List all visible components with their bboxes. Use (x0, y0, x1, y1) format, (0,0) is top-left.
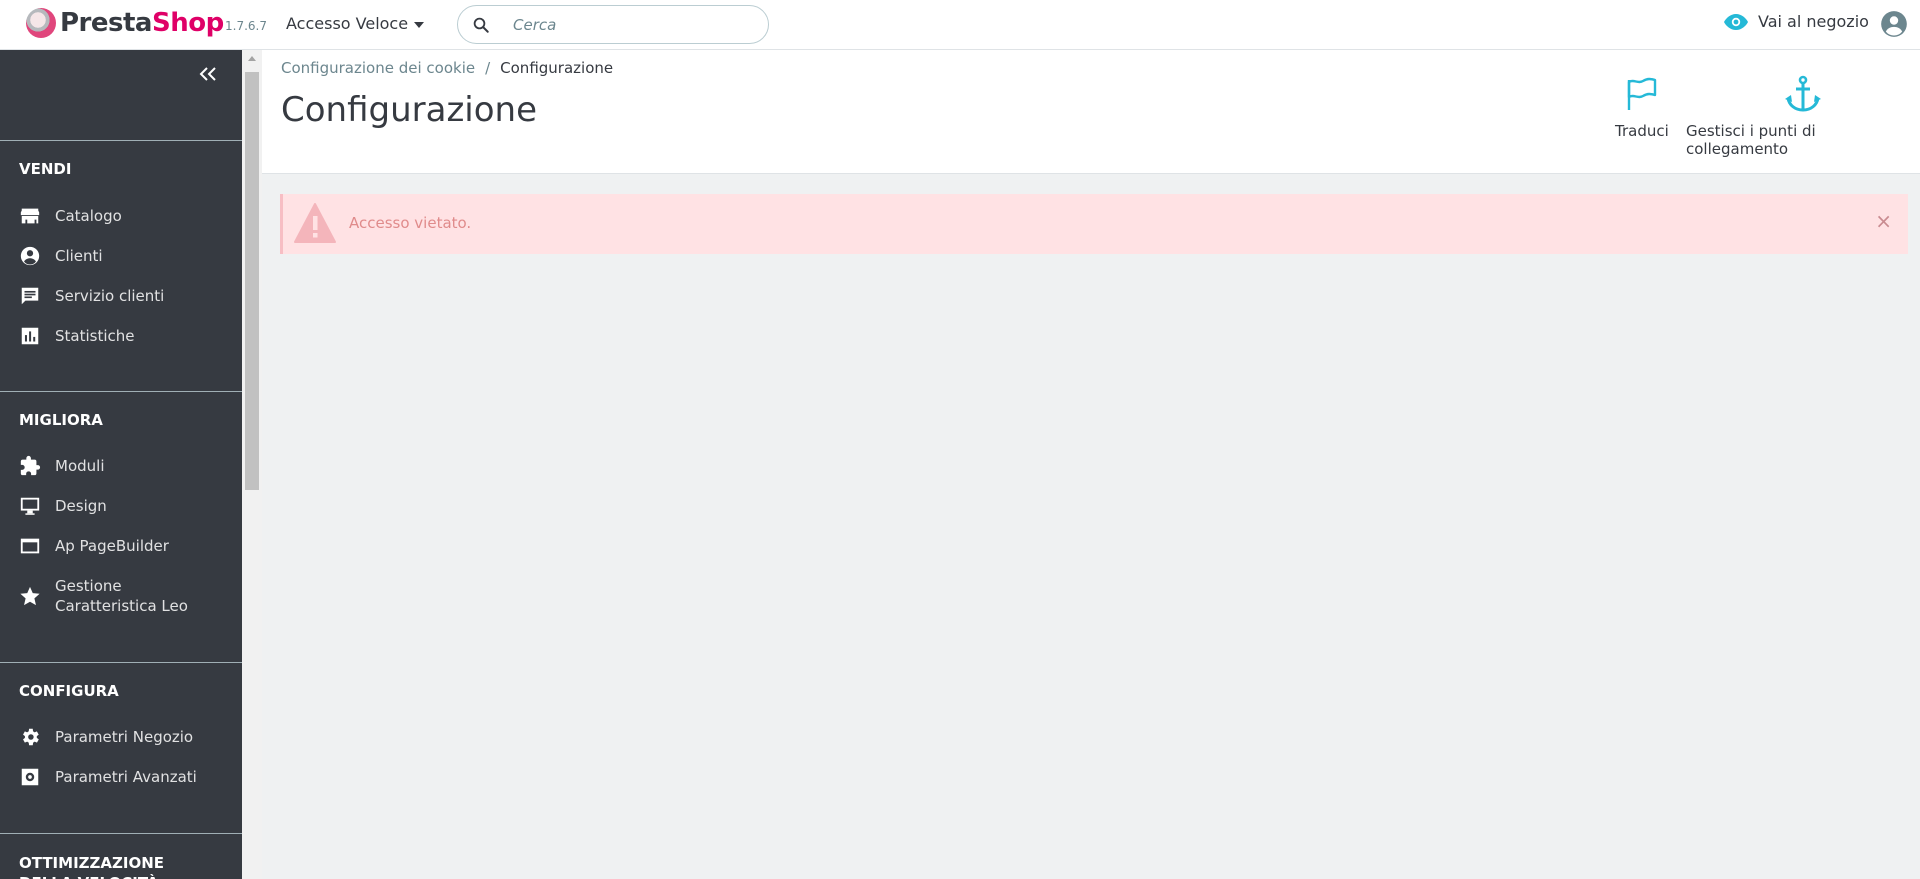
breadcrumb: Configurazione dei cookie / Configurazio… (281, 59, 613, 77)
sidebar-divider (0, 833, 242, 834)
quick-access-label: Accesso Veloce (286, 14, 409, 33)
breadcrumb-separator: / (485, 59, 491, 77)
error-alert: Accesso vietato. × (280, 194, 1908, 254)
search-box[interactable] (457, 5, 769, 44)
sidebar-item-design[interactable]: Design (19, 495, 239, 517)
desktop-icon (20, 497, 40, 515)
version-label: 1.7.6.7 (225, 19, 267, 33)
caret-down-icon (414, 21, 425, 28)
top-header: PrestaShop 1.7.6.7 Accesso Veloce Vai al… (0, 0, 1920, 50)
sidebar-item-ap-pagebuilder[interactable]: Ap PageBuilder (19, 535, 239, 557)
translate-label: Traduci (1615, 122, 1669, 140)
search-input[interactable] (513, 15, 743, 34)
sidebar-divider (0, 662, 242, 663)
eye-icon (1724, 13, 1748, 30)
store-icon (20, 208, 40, 224)
star-icon (20, 586, 40, 606)
sidebar-divider (0, 140, 242, 141)
sidebar-section-vendi: VENDI (19, 160, 72, 178)
logo-text-presta: Presta (60, 8, 152, 38)
bar-chart-icon (21, 327, 39, 345)
sidebar-item-parametri-negozio[interactable]: Parametri Negozio (19, 726, 239, 748)
sidebar-section-ottimizzazione: OTTIMIZZAZIONE DELLA VELOCITÀ (19, 854, 165, 879)
sidebar-item-clienti[interactable]: Clienti (19, 245, 239, 267)
breadcrumb-current: Configurazione (500, 59, 614, 77)
gear-icon (23, 728, 39, 746)
sidebar-item-statistiche[interactable]: Statistiche (19, 325, 239, 347)
breadcrumb-parent-link[interactable]: Configurazione dei cookie (281, 59, 475, 77)
view-shop-link[interactable]: Vai al negozio (1724, 12, 1869, 31)
sidebar-item-label: Ap PageBuilder (55, 537, 169, 555)
prestashop-puffin-icon (26, 8, 56, 38)
collapse-sidebar-icon[interactable] (196, 64, 220, 84)
sidebar-item-parametri-avanzati[interactable]: Parametri Avanzati (19, 766, 239, 788)
search-icon[interactable] (472, 16, 490, 34)
sidebar-section-migliora: MIGLIORA (19, 411, 103, 429)
flag-icon (1627, 77, 1657, 110)
sidebar-scrollbar[interactable] (242, 50, 262, 879)
prestashop-logo[interactable]: PrestaShop (26, 8, 224, 38)
page-title: Configurazione (281, 90, 538, 130)
sidebar-item-label: Servizio clienti (55, 287, 165, 305)
sidebar-divider (0, 391, 242, 392)
sidebar-item-label: Statistiche (55, 327, 135, 345)
sidebar-nav: VENDI Catalogo Clienti Servizio clienti … (0, 50, 242, 879)
sidebar-item-label: Design (55, 497, 107, 515)
sidebar-item-label: Parametri Negozio (55, 728, 194, 746)
scroll-up-arrow-icon[interactable] (248, 56, 256, 61)
sidebar-item-label: Catalogo (55, 207, 122, 225)
manage-hooks-button[interactable]: Gestisci i punti di collegamento (1686, 74, 1920, 158)
sidebar-item-servizio-clienti[interactable]: Servizio clienti (19, 285, 239, 307)
sidebar-item-label-line1: Gestione (55, 577, 122, 595)
page-toolbar: Configurazione dei cookie / Configurazio… (262, 50, 1920, 174)
view-shop-label: Vai al negozio (1758, 12, 1869, 31)
settings-applications-icon (21, 768, 39, 786)
close-icon[interactable]: × (1875, 211, 1892, 231)
translate-button[interactable]: Traduci (1615, 74, 1669, 140)
sidebar-item-gestione-caratteristica-leo[interactable]: Gestione Caratteristica Leo (19, 576, 239, 616)
account-circle-icon (20, 246, 40, 266)
sidebar-item-label: Clienti (55, 247, 103, 265)
puzzle-icon (20, 455, 41, 476)
chat-icon (21, 287, 39, 305)
sidebar-item-label-line2: Caratteristica Leo (55, 597, 188, 615)
warning-icon (294, 203, 336, 243)
anchor-icon (1785, 75, 1821, 112)
logo-text-shop: Shop (151, 8, 224, 38)
sidebar-item-catalogo[interactable]: Catalogo (19, 205, 239, 227)
sidebar-item-label: Parametri Avanzati (55, 768, 197, 786)
sidebar-item-label: Moduli (55, 457, 105, 475)
alert-message: Accesso vietato. (349, 214, 472, 232)
scrollbar-thumb[interactable] (245, 72, 259, 490)
manage-hooks-label: Gestisci i punti di collegamento (1686, 122, 1816, 158)
web-asset-icon (20, 538, 40, 554)
sidebar-item-moduli[interactable]: Moduli (19, 455, 239, 477)
sidebar-section-configura: CONFIGURA (19, 682, 119, 700)
quick-access-dropdown[interactable]: Accesso Veloce (286, 14, 425, 33)
account-icon[interactable] (1880, 10, 1908, 38)
